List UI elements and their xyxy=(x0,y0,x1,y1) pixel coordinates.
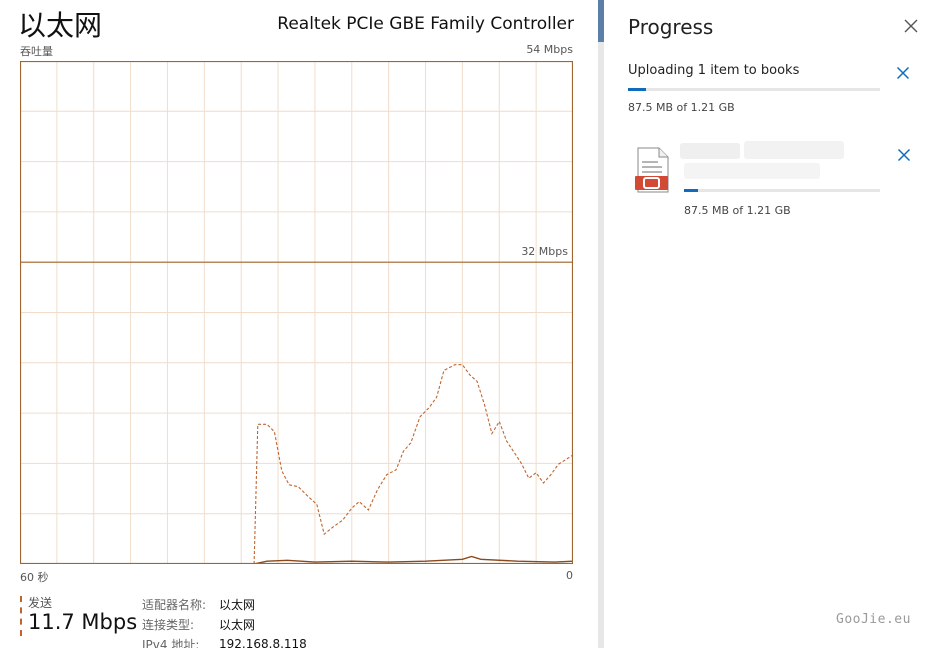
receive-series-line xyxy=(253,555,573,564)
property-value: 以太网 xyxy=(219,597,256,612)
property-key: 连接类型: xyxy=(142,617,195,632)
send-label: 发送 xyxy=(28,596,53,610)
adapter-name: Realtek PCIe GBE Family Controller xyxy=(277,14,574,34)
document-icon xyxy=(635,147,669,193)
close-icon xyxy=(904,19,918,33)
adapter-properties: 适配器名称: 以太网 连接类型: 以太网 IPv4 地址: 192.168.8.… xyxy=(142,594,307,648)
graph-y-max-label: 54 Mbps xyxy=(526,43,573,56)
graph-x-right-label: 0 xyxy=(566,569,573,582)
property-row: 适配器名称: 以太网 xyxy=(142,594,307,614)
close-icon xyxy=(897,148,911,162)
file-size-text: 87.5 MB of 1.21 GB xyxy=(684,204,791,217)
progress-title: Progress xyxy=(628,15,714,39)
file-progress-bar xyxy=(684,189,880,192)
throughput-chart-svg: 32 Mbps xyxy=(20,61,573,564)
property-value: 以太网 xyxy=(219,617,256,632)
ethernet-performance-panel: 以太网 Realtek PCIe GBE Family Controller 吞… xyxy=(0,0,598,648)
send-legend-marker xyxy=(20,596,22,636)
send-series-line xyxy=(253,364,573,564)
blurred-file-name xyxy=(680,141,850,181)
graph-y-label: 吞吐量 xyxy=(20,45,53,58)
stats-area: 发送 11.7 Mbps 适配器名称: 以太网 连接类型: 以太网 IPv4 地… xyxy=(18,594,578,648)
cancel-operation-button[interactable] xyxy=(896,66,910,80)
property-value: 192.168.8.118 xyxy=(219,637,307,648)
blurred-text-block xyxy=(684,163,820,179)
property-key: IPv4 地址: xyxy=(142,637,200,648)
blurred-text-block xyxy=(744,141,844,159)
close-icon xyxy=(896,66,910,80)
progress-pane: Progress Uploading 1 item to books 87.5 … xyxy=(604,0,931,648)
property-row: IPv4 地址: 192.168.8.118 xyxy=(142,634,307,648)
file-progress-fill xyxy=(684,189,698,192)
upload-operation-text: Uploading 1 item to books xyxy=(628,63,800,78)
graph-x-left-label: 60 秒 xyxy=(20,571,49,584)
close-pane-button[interactable] xyxy=(902,17,920,35)
property-row: 连接类型: 以太网 xyxy=(142,614,307,634)
file-icon xyxy=(634,147,672,193)
scale-reference-label: 32 Mbps xyxy=(521,245,568,258)
send-value: 11.7 Mbps xyxy=(28,610,138,634)
blurred-text-block xyxy=(680,143,740,159)
watermark: GooJie.eu xyxy=(836,612,911,627)
throughput-chart: 32 Mbps xyxy=(20,61,573,564)
panel-title: 以太网 xyxy=(18,9,103,42)
operation-progress-bar xyxy=(628,88,880,91)
cancel-file-button[interactable] xyxy=(897,148,911,162)
operation-progress-fill xyxy=(628,88,646,91)
property-key: 适配器名称: xyxy=(142,597,207,612)
operation-size-text: 87.5 MB of 1.21 GB xyxy=(628,101,735,114)
